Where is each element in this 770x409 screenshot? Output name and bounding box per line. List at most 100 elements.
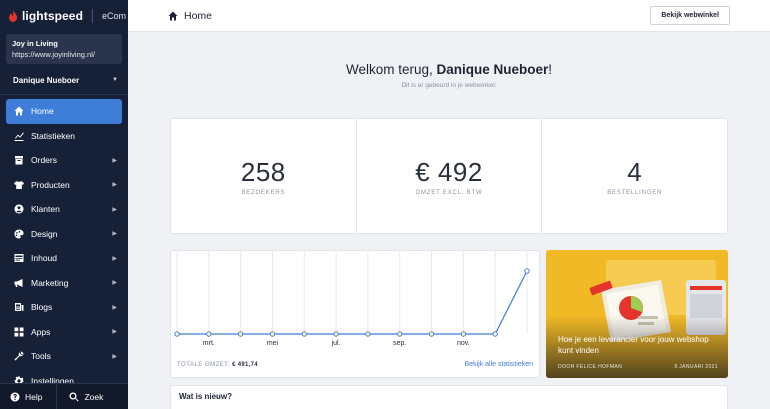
chart-point[interactable] (174, 331, 180, 337)
chart-x-tick-label: mrt. (203, 340, 215, 347)
sidebar-item-inhoud[interactable]: Inhoud ▶ (0, 246, 128, 271)
sidebar-item-orders[interactable]: Orders ▶ (0, 148, 128, 173)
chevron-right-icon: ▶ (112, 280, 117, 287)
welcome-name: Danique Nueboer (436, 62, 549, 77)
chevron-right-icon: ▶ (112, 329, 117, 336)
chart-x-tick-label: sep. (393, 340, 406, 347)
news-card: Wat is nieuw? (170, 385, 728, 409)
total-revenue-value: € 491,74 (232, 362, 258, 368)
palette-icon (13, 228, 25, 240)
search-icon (69, 392, 80, 401)
brand[interactable]: lightspeed eCom (0, 0, 128, 32)
total-revenue: TOTALE OMZET: € 491,74 (177, 362, 258, 368)
stat-value: € 492 (415, 157, 483, 187)
stat-value: 258 (240, 157, 286, 187)
chart-series-line (177, 270, 528, 335)
stat-revenue[interactable]: € 492 OMZET EXCL. BTW (355, 119, 542, 233)
user-name: Danique Nueboer (13, 75, 80, 85)
sidebar-item-label: Inhoud (31, 253, 57, 264)
box-icon (13, 154, 25, 166)
sidebar-item-label: Statistieken (31, 130, 75, 141)
sidebar-item-producten[interactable]: Producten ▶ (0, 173, 128, 198)
welcome-heading: Welkom terug, Danique Nueboer! (128, 62, 770, 77)
chevron-right-icon: ▶ (112, 206, 117, 213)
chevron-right-icon: ▶ (112, 157, 117, 164)
sidebar-item-apps[interactable]: Apps ▶ (0, 320, 128, 345)
stat-label: BEZOEKERS (241, 190, 286, 196)
chart-point[interactable] (397, 331, 403, 337)
chart-point[interactable] (365, 331, 371, 337)
revenue-chart-card: mrt. mei jul. sep. nov. TOTALE OMZET: € 491,… (170, 250, 540, 378)
chart-point[interactable] (492, 331, 498, 337)
view-store-button[interactable]: Bekijk webwinkel (650, 6, 730, 25)
sidebar-item-label: Marketing (31, 277, 69, 288)
total-revenue-label: TOTALE OMZET: (177, 362, 230, 368)
stat-label: OMZET EXCL. BTW (415, 190, 483, 196)
sidebar-item-statistieken[interactable]: Statistieken (0, 124, 128, 149)
blog-icon (13, 301, 25, 313)
chart-point[interactable] (301, 331, 307, 337)
chevron-right-icon: ▶ (112, 304, 117, 311)
welcome-prefix: Welkom terug, (345, 62, 437, 77)
search-button[interactable]: Zoek (56, 383, 104, 409)
sidebar-item-design[interactable]: Design ▶ (0, 222, 128, 247)
sidebar-item-home[interactable]: Home (6, 99, 122, 124)
chart-point[interactable] (428, 331, 435, 337)
chart-x-tick-label: nov. (457, 340, 470, 347)
user-menu[interactable]: Danique Nueboer ▼ (0, 70, 128, 90)
stat-visitors[interactable]: 258 BEZOEKERS (171, 119, 356, 233)
chart-point[interactable] (269, 331, 276, 337)
sidebar-item-label: Orders (31, 155, 57, 166)
chart-x-tick-label: jul. (331, 340, 341, 347)
search-label: Zoek (84, 391, 104, 402)
brand-product: eCom (102, 11, 127, 21)
brand-name: lightspeed (22, 9, 84, 23)
help-label: Help (25, 391, 43, 402)
home-icon (168, 11, 178, 20)
sidebar-item-label: Home (31, 106, 54, 117)
caret-down-icon: ▼ (112, 77, 118, 83)
chart-point[interactable] (524, 268, 530, 274)
chart-point[interactable] (237, 331, 244, 337)
lightspeed-flame-icon (9, 10, 17, 22)
home-icon (13, 105, 25, 117)
blog-title: Hoe je een leverancier voor jouw webshop… (558, 335, 709, 355)
sidebar-item-label: Apps (31, 326, 51, 337)
store-name: Joy in Living (12, 39, 58, 48)
help-icon (10, 392, 20, 401)
sidebar-nav: Home Statistieken Orders ▶ Producten ▶ K… (0, 99, 128, 393)
stat-value: 4 (627, 157, 643, 187)
page-title: Home (184, 9, 213, 22)
sidebar-item-klanten[interactable]: Klanten ▶ (0, 197, 128, 222)
sidebar-item-label: Tools (31, 351, 51, 362)
chevron-right-icon: ▶ (112, 255, 117, 262)
user-icon (13, 203, 25, 215)
chart-point[interactable] (333, 331, 339, 337)
sidebar-item-label: Producten (31, 179, 70, 190)
stat-orders[interactable]: 4 BESTELLINGEN (541, 119, 727, 233)
brand-separator (92, 9, 94, 23)
apps-icon (13, 326, 25, 338)
document-icon (13, 252, 25, 264)
megaphone-icon (13, 277, 25, 289)
tools-icon (13, 350, 25, 362)
sidebar-item-tools[interactable]: Tools ▶ (0, 344, 128, 369)
chevron-right-icon: ▶ (112, 231, 117, 238)
sidebar-item-label: Design (31, 228, 58, 239)
sidebar-item-blogs[interactable]: Blogs ▶ (0, 295, 128, 320)
blog-card[interactable]: Hoe je een leverancier voor jouw webshop… (546, 250, 728, 378)
blog-date: 9 JANUARI 2021 (674, 364, 718, 370)
store-url: https://www.joyinliving.nl/ (12, 50, 95, 59)
view-all-stats-link[interactable]: Bekijk alle statistieken (465, 361, 533, 368)
chevron-right-icon: ▶ (112, 353, 117, 360)
welcome-subtitle: Dit is er gebeurd in je webwinkel: (401, 82, 497, 89)
stat-label: BESTELLINGEN (607, 190, 663, 196)
sidebar-item-marketing[interactable]: Marketing ▶ (0, 271, 128, 296)
chart-x-tick-label: mei (267, 340, 279, 347)
chart-point[interactable] (206, 331, 212, 337)
store-switcher[interactable]: Joy in Living https://www.joyinliving.nl… (6, 34, 122, 64)
help-button[interactable]: Help (0, 392, 42, 402)
news-title: Wat is nieuw? (179, 392, 233, 401)
chart-point[interactable] (460, 331, 467, 337)
revenue-chart: mrt. mei jul. sep. nov. (174, 251, 530, 347)
